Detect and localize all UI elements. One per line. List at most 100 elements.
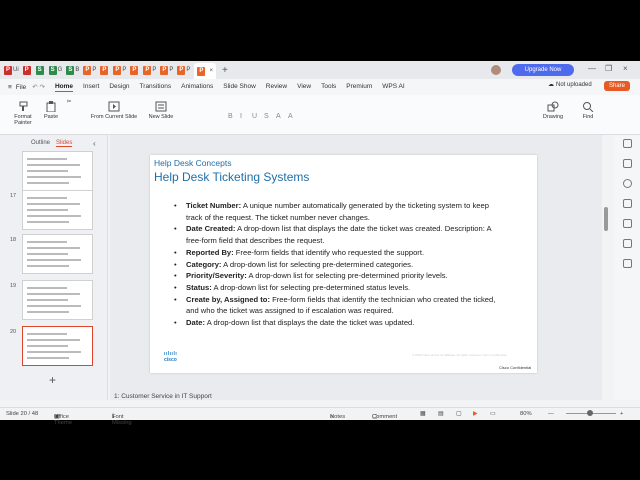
tab-label: P [169,67,174,73]
menu-slide-show[interactable]: Slide Show [223,83,256,92]
notes-pane[interactable]: 1: Customer Service in IT Support [110,391,602,403]
slideshow-icon[interactable]: ▶ [473,411,477,417]
menu-design[interactable]: Design [109,83,129,92]
thumbnail-line [27,164,80,166]
menu-animations[interactable]: Animations [181,83,213,92]
thumbnail-line [27,305,81,307]
document-icon: S [66,65,75,75]
menu-premium[interactable]: Premium [346,83,372,92]
document-tab[interactable]: P [130,64,139,76]
properties-icon[interactable] [623,139,632,148]
menu-home[interactable]: Home [54,83,74,92]
menu-view[interactable]: View [297,83,311,92]
bullet-term: Category: [186,259,222,269]
menu-insert[interactable]: Insert [83,83,99,92]
new-tab-button[interactable]: + [222,65,228,76]
zoom-in-button[interactable]: + [620,411,623,417]
fit-icon[interactable]: ▭ [490,411,495,417]
tab-label: G [57,67,63,73]
bullet-term: Ticket Number: [186,201,242,210]
share-button[interactable]: Share [604,81,631,91]
slide-thumbnail[interactable] [22,280,93,320]
menu-transitions[interactable]: Transitions [140,83,172,92]
tab-label: P [152,67,157,73]
thumbnail-line [27,259,81,261]
document-tab[interactable]: PP [83,64,96,76]
format-button[interactable]: B [228,113,233,120]
avatar[interactable] [491,65,501,75]
slide-thumbnail[interactable] [22,190,93,230]
document-tab[interactable]: P Ui [4,64,19,76]
menu-tools[interactable]: Tools [321,83,336,92]
zoom-level[interactable]: 80% [520,411,532,417]
reading-view-icon[interactable]: ▢ [456,411,461,417]
bullet-item: Reported By: Free-form fields that ident… [174,247,504,259]
document-tab[interactable]: SG [48,64,63,76]
bullet-item: Priority/Severity: A drop-down list for … [174,270,504,282]
menu-review[interactable]: Review [266,83,287,92]
thumbnail-line [27,351,81,353]
format-button[interactable]: U [252,113,257,120]
tab-outline[interactable]: Outline [31,140,50,147]
tab-label: P [122,67,127,73]
document-tab[interactable]: S [35,64,45,76]
close-tab-icon[interactable]: × [209,68,213,74]
document-tab[interactable]: PP [160,64,173,76]
transition-icon[interactable] [623,199,632,208]
slide-thumbnail[interactable] [22,151,93,191]
format-button[interactable]: A [276,113,281,120]
cut-icon[interactable]: ✂ [64,99,74,105]
document-tab[interactable]: PP [113,64,126,76]
format-button[interactable]: S [264,113,269,120]
document-tab[interactable]: PP [177,64,190,76]
find-button[interactable]: Find [576,101,600,120]
theme-icon[interactable] [623,219,632,228]
from-current-slide-button[interactable]: From Current Slide [84,101,144,120]
right-toolbar [614,135,640,400]
close-window-button[interactable]: × [623,64,628,73]
paste-button[interactable]: Paste [40,101,62,120]
bullet-text: Free-form fields that identify who reque… [233,247,425,257]
format-painter-button[interactable]: Format Painter [12,101,34,126]
collapse-panel-icon[interactable]: ‹ [93,139,96,148]
document-tab[interactable]: SB [66,64,79,76]
menu-file[interactable]: File [16,84,26,91]
normal-view-icon[interactable]: ▦ [420,411,425,417]
slide-number: 18 [10,237,17,243]
menu-icon[interactable]: ≡ [8,84,12,91]
format-button[interactable]: I [240,113,242,120]
settings-icon[interactable] [623,259,632,268]
bullet-term: Date: [186,318,205,328]
new-slide-button[interactable]: New Slide [148,101,174,120]
slide-thumbnail[interactable] [22,234,93,274]
document-icon: P [143,65,152,75]
thumbnail-line [27,253,68,255]
undo-icon[interactable]: ↶ ↷ [32,83,45,91]
share-icon[interactable] [623,239,632,248]
slide[interactable]: Help Desk Concepts Help Desk Ticketing S… [150,155,537,373]
animation-icon[interactable] [623,179,632,188]
vertical-scrollbar[interactable] [604,147,608,395]
bullet-text: A drop-down list that displays the date … [205,318,415,328]
upgrade-button[interactable]: Upgrade Now [512,64,574,76]
zoom-slider-knob[interactable] [587,410,593,416]
slide-thumbnail[interactable] [22,326,93,366]
document-tab[interactable]: P [100,64,109,76]
design-icon[interactable] [623,159,632,168]
tab-slides[interactable]: Slides [56,140,73,147]
format-button[interactable]: A [288,113,293,120]
restore-button[interactable]: ❐ [605,64,612,73]
document-tab[interactable]: PP [143,64,156,76]
slide-sorter-icon[interactable]: ▤ [438,411,443,417]
add-slide-button[interactable]: + [49,373,56,387]
drawing-button[interactable]: Drawing [538,101,568,120]
minimize-button[interactable]: — [588,64,596,73]
zoom-out-button[interactable]: — [548,411,554,417]
document-tab[interactable]: P [22,64,32,76]
thumbnail-line [27,158,67,160]
active-document-tab[interactable]: P × [194,63,216,79]
app-window: P Ui P S S G S B P P P P P P P P P P P P P × + Upgrade Now … [0,61,640,426]
document-icon: P [22,65,31,75]
cloud-status[interactable]: ☁ Not uploaded [548,81,592,89]
menu-wps-ai[interactable]: WPS AI [382,83,404,92]
